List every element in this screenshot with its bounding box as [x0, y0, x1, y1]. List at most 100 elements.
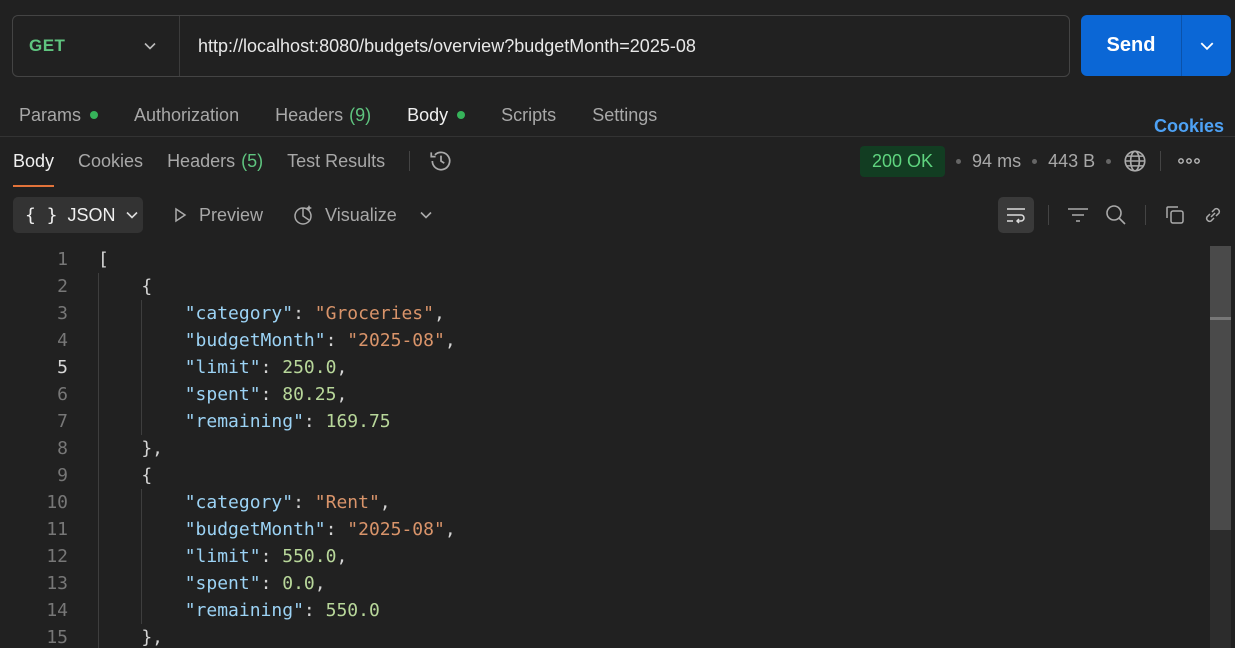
tab-params[interactable]: Params	[19, 104, 99, 126]
code-text: [	[98, 249, 109, 270]
tab-label: Params	[19, 104, 82, 125]
line-number: 13	[46, 573, 68, 594]
code-line: 10 "category": "Rent",	[0, 489, 1208, 516]
chevron-down-icon	[1200, 41, 1213, 50]
copy-button[interactable]	[1160, 200, 1190, 230]
visualize-button[interactable]: Visualize	[291, 203, 443, 227]
code-line: 6 "spent": 80.25,	[0, 381, 1208, 408]
link-button[interactable]	[1198, 200, 1228, 230]
code-line: 11 "budgetMonth": "2025-08",	[0, 516, 1208, 543]
braces-icon: { }	[25, 204, 58, 226]
more-options-icon[interactable]	[1177, 156, 1201, 166]
url-input[interactable]: http://localhost:8080/budgets/overview?b…	[180, 36, 696, 57]
preview-button[interactable]: Preview	[171, 205, 263, 226]
response-size[interactable]: 443 B	[1048, 151, 1095, 172]
code-text: "budgetMonth": "2025-08",	[184, 519, 456, 540]
response-status: 200 OK 94 ms 443 B	[860, 145, 1201, 177]
code-text: "limit": 550.0,	[184, 546, 348, 567]
right-tools	[998, 197, 1228, 233]
tab-response-body[interactable]: Body	[13, 150, 55, 187]
separator-dot	[956, 158, 962, 164]
send-options-button[interactable]	[1182, 15, 1231, 76]
tab-settings[interactable]: Settings	[592, 105, 657, 126]
separator	[1160, 151, 1162, 171]
line-number: 4	[57, 330, 68, 351]
line-number: 6	[57, 384, 68, 405]
code-text: },	[98, 438, 164, 459]
line-number: 2	[57, 276, 68, 297]
separator	[1145, 205, 1146, 225]
format-dropdown[interactable]: { } JSON	[13, 197, 143, 233]
response-body-code[interactable]: 1[2 {3 "category": "Groceries", 4 "budget…	[0, 246, 1208, 648]
code-text: "spent": 0.0,	[184, 573, 326, 594]
line-number: 12	[46, 546, 68, 567]
tab-label: Test Results	[287, 150, 386, 171]
code-line: 7 "remaining": 169.75	[0, 408, 1208, 435]
tab-label: Headers	[275, 104, 344, 125]
code-text: },	[98, 627, 164, 648]
method-select[interactable]: GET	[13, 16, 180, 76]
format-label: JSON	[67, 204, 116, 225]
tab-authorization[interactable]: Authorization	[134, 105, 239, 126]
separator-dot	[1032, 158, 1038, 164]
cookies-link[interactable]: Cookies	[1154, 116, 1224, 137]
tab-label: Body	[13, 150, 55, 171]
visualize-label: Visualize	[325, 204, 397, 225]
separator	[409, 151, 411, 171]
code-text: "category": "Groceries",	[184, 303, 445, 324]
response-tabs: Body Cookies Headers (5) Test Results	[13, 148, 454, 187]
search-button[interactable]	[1101, 200, 1131, 230]
request-bar: GET http://localhost:8080/budgets/overvi…	[12, 15, 1070, 77]
line-number: 9	[57, 465, 68, 486]
code-line: 5 "limit": 250.0,	[0, 354, 1208, 381]
headers-count: (9)	[349, 104, 372, 125]
filter-button[interactable]	[1063, 200, 1093, 230]
tab-label: Settings	[592, 104, 658, 125]
code-line: 12 "limit": 550.0,	[0, 543, 1208, 570]
tab-response-headers[interactable]: Headers (5)	[167, 151, 263, 172]
history-icon[interactable]	[428, 148, 454, 174]
tab-test-results[interactable]: Test Results	[287, 151, 385, 172]
code-text: "category": "Rent",	[184, 492, 391, 513]
divider	[0, 136, 1235, 137]
code-line: 13 "spent": 0.0,	[0, 570, 1208, 597]
globe-icon[interactable]	[1122, 148, 1148, 174]
separator	[1048, 205, 1049, 225]
response-toolbar: { } JSON Preview Visualize	[13, 197, 1228, 233]
line-number: 10	[46, 492, 68, 513]
code-line: 9 {	[0, 462, 1208, 489]
visualize-icon	[294, 205, 313, 225]
line-number: 1	[57, 249, 68, 270]
response-time[interactable]: 94 ms	[972, 151, 1021, 172]
code-text: {	[98, 276, 153, 297]
code-line: 1[	[0, 246, 1208, 273]
play-icon	[175, 207, 187, 223]
chevron-down-icon	[144, 42, 156, 50]
chevron-down-icon[interactable]	[419, 208, 433, 222]
tab-headers[interactable]: Headers (9)	[275, 105, 371, 126]
active-dot-icon	[90, 111, 99, 119]
wrap-lines-button[interactable]	[998, 197, 1034, 233]
tab-label: Cookies	[78, 150, 144, 171]
scrollbar-thumb[interactable]	[1210, 246, 1231, 530]
method-label: GET	[29, 36, 66, 55]
wrap-icon	[1007, 208, 1025, 224]
copy-icon	[1166, 206, 1184, 224]
send-button[interactable]: Send	[1081, 15, 1182, 76]
line-number: 11	[46, 519, 68, 540]
scrollbar-marker	[1210, 317, 1231, 320]
tab-label: Authorization	[134, 104, 240, 125]
tab-response-cookies[interactable]: Cookies	[78, 151, 143, 172]
tab-scripts[interactable]: Scripts	[501, 105, 556, 126]
link-icon	[1205, 207, 1221, 223]
line-number: 15	[46, 627, 68, 648]
tab-body[interactable]: Body	[407, 105, 466, 126]
code-line: 14 "remaining": 550.0	[0, 597, 1208, 624]
code-text: "remaining": 550.0	[184, 600, 380, 621]
line-number: 3	[57, 303, 68, 324]
send-button-group: Send	[1081, 15, 1231, 76]
request-tabs: Params Authorization Headers (9) Body Scr…	[19, 103, 693, 127]
code-line: 4 "budgetMonth": "2025-08",	[0, 327, 1208, 354]
preview-label: Preview	[199, 204, 264, 225]
status-badge[interactable]: 200 OK	[860, 145, 946, 177]
